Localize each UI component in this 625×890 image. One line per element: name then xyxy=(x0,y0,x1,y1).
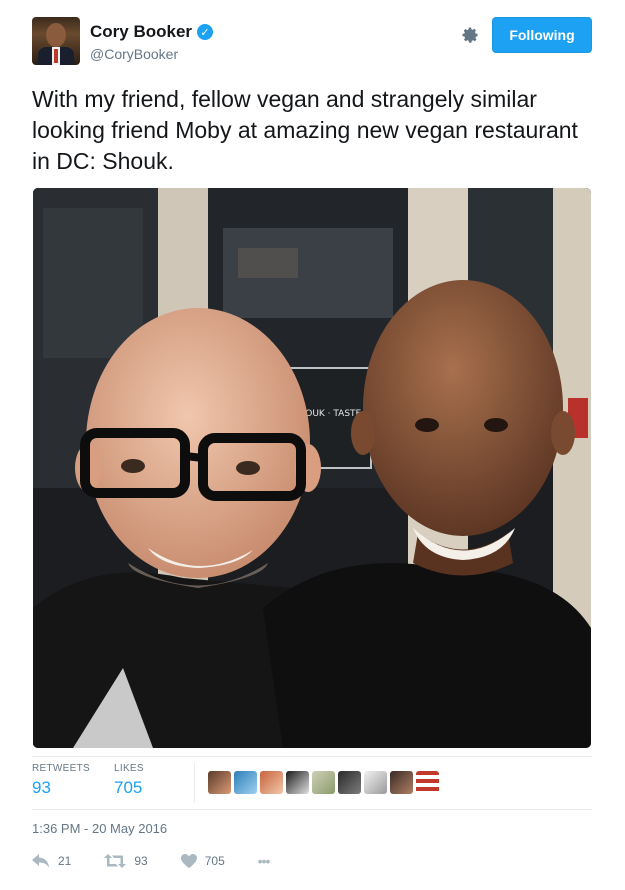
like-button[interactable]: 705 xyxy=(180,854,225,868)
reply-button[interactable]: 21 xyxy=(32,854,71,868)
stats-divider-bottom xyxy=(32,809,592,810)
retweet-icon xyxy=(104,854,127,868)
more-button[interactable]: ••• xyxy=(257,853,271,869)
tweet-actions: 21 93 705 ••• xyxy=(32,852,302,870)
liker-avatar[interactable] xyxy=(260,771,283,794)
liker-avatar[interactable] xyxy=(208,771,231,794)
likes-count[interactable]: 705 xyxy=(114,778,144,798)
heart-icon xyxy=(180,854,197,868)
liker-avatars xyxy=(208,771,439,794)
name-row: Cory Booker ✓ xyxy=(90,22,214,42)
avatar[interactable] xyxy=(32,17,80,65)
liker-avatar[interactable] xyxy=(312,771,335,794)
tweet-text: With my friend, fellow vegan and strange… xyxy=(32,86,578,174)
reply-count: 21 xyxy=(58,854,72,868)
like-count: 705 xyxy=(204,854,225,868)
likes-stat[interactable]: LIKES 705 xyxy=(114,763,144,798)
photo-illustration: SHOUK · TASTE xyxy=(33,188,591,748)
stats-divider xyxy=(32,756,592,757)
following-button[interactable]: Following xyxy=(492,17,592,53)
likes-label: LIKES xyxy=(114,763,144,774)
retweets-label: RETWEETS xyxy=(32,763,90,774)
reply-icon xyxy=(32,854,49,868)
display-name[interactable]: Cory Booker xyxy=(90,22,192,42)
retweets-stat[interactable]: RETWEETS 93 xyxy=(32,763,90,798)
retweets-count[interactable]: 93 xyxy=(32,778,90,798)
retweet-button[interactable]: 93 xyxy=(104,854,148,868)
liker-avatar[interactable] xyxy=(234,771,257,794)
stats-separator xyxy=(194,763,195,803)
gear-icon[interactable] xyxy=(459,25,481,47)
liker-avatar[interactable] xyxy=(364,771,387,794)
tweet-timestamp[interactable]: 1:36 PM - 20 May 2016 xyxy=(32,821,167,836)
tweet-photo[interactable]: SHOUK · TASTE xyxy=(33,188,591,748)
user-handle[interactable]: @CoryBooker xyxy=(90,46,178,62)
liker-avatar[interactable] xyxy=(416,771,439,794)
verified-badge-icon: ✓ xyxy=(197,24,214,40)
liker-avatar[interactable] xyxy=(390,771,413,794)
tweet-header: Cory Booker ✓ @CoryBooker Following xyxy=(32,17,592,69)
liker-avatar[interactable] xyxy=(286,771,309,794)
more-icon: ••• xyxy=(257,853,271,869)
retweet-count: 93 xyxy=(134,854,148,868)
liker-avatar[interactable] xyxy=(338,771,361,794)
